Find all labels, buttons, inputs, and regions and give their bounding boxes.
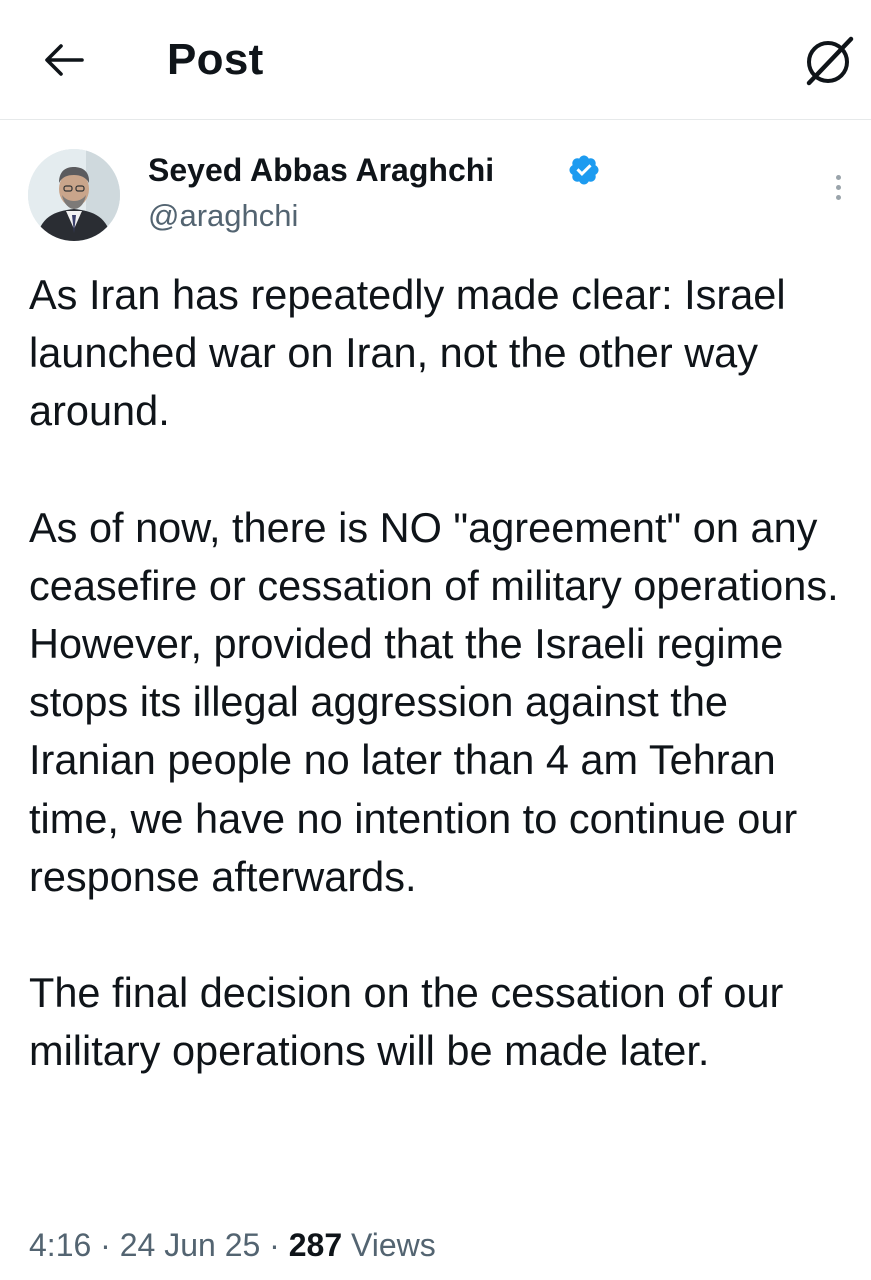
post-paragraph: The final decision on the cessation of o…	[29, 969, 784, 1075]
views-count[interactable]: 287	[289, 1227, 342, 1263]
views-label: Views	[351, 1227, 436, 1263]
more-options-button[interactable]	[820, 167, 856, 207]
post-date[interactable]: 24 Jun 25	[120, 1227, 261, 1263]
top-bar: Post	[0, 0, 871, 120]
post-meta: 4:16 · 24 Jun 25 · 287 Views	[29, 1225, 436, 1265]
author-handle[interactable]: @araghchi	[148, 196, 298, 236]
more-dot-icon	[835, 174, 841, 180]
page-title: Post	[167, 35, 264, 84]
verified-badge-icon[interactable]	[567, 153, 601, 187]
grok-slash-icon	[806, 36, 854, 86]
avatar-portrait-icon	[28, 149, 120, 241]
author-name[interactable]: Seyed Abbas Araghchi	[148, 150, 494, 190]
more-dot-icon	[835, 194, 841, 200]
arrow-left-icon	[45, 44, 84, 76]
post-paragraph: As Iran has repeatedly made clear: Israe…	[29, 271, 786, 435]
post-text: As Iran has repeatedly made clear: Israe…	[29, 266, 859, 1080]
grok-button[interactable]	[798, 30, 860, 92]
post-paragraph: As of now, there is NO "agreement" on an…	[29, 503, 839, 900]
author-avatar[interactable]	[28, 149, 120, 241]
more-dot-icon	[835, 184, 841, 190]
post-time[interactable]: 4:16	[29, 1227, 91, 1263]
meta-separator: ·	[100, 1227, 111, 1263]
back-button[interactable]	[40, 36, 88, 84]
meta-separator: ·	[269, 1227, 280, 1263]
